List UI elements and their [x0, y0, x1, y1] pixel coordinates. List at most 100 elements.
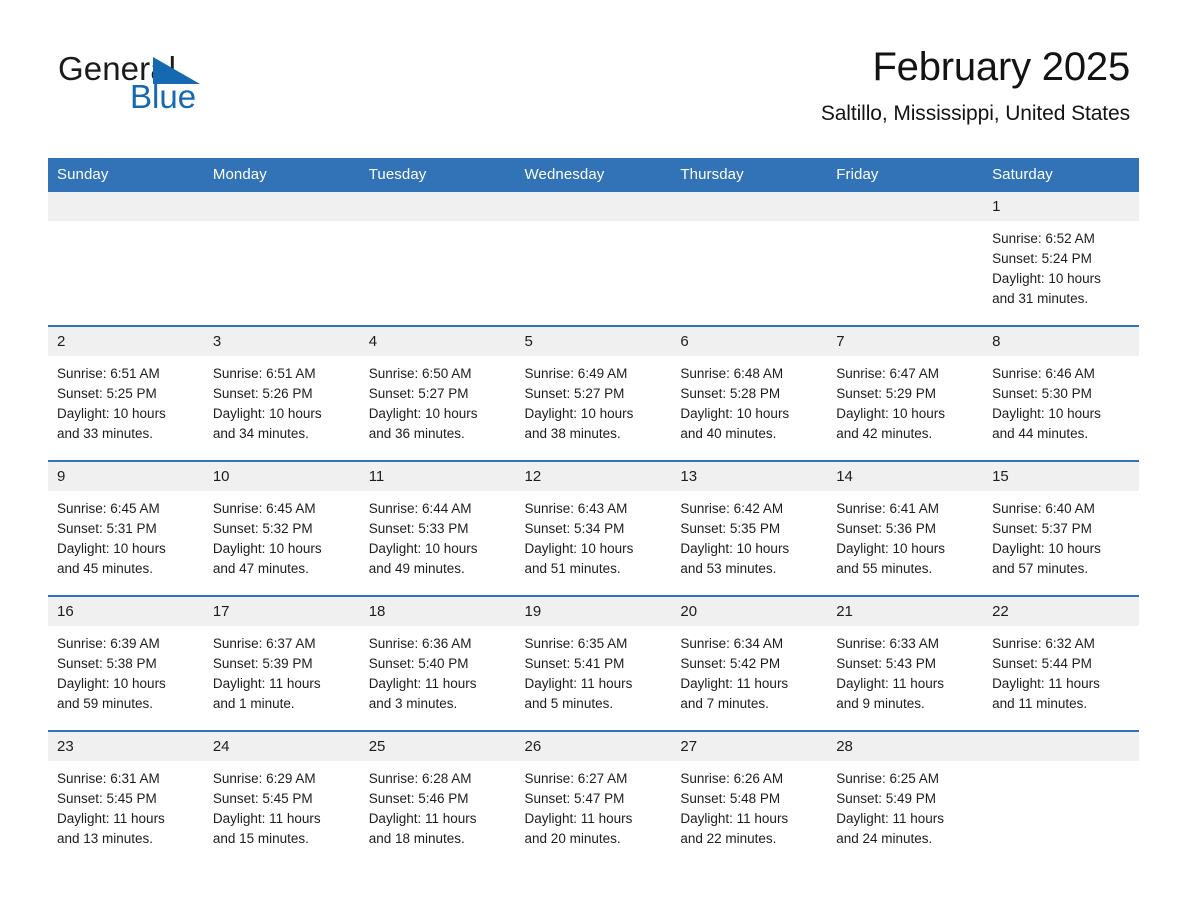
day-cell-body: Sunrise: 6:41 AM Sunset: 5:36 PM Daylight:…: [827, 491, 983, 595]
calendar-day-cell[interactable]: 20 Sunrise: 6:34 AM Sunset: 5:42 PM Dayligh…: [671, 595, 828, 731]
day-info-line: Sunset: 5:47 PM: [524, 791, 625, 806]
day-cell-body: Sunrise: 6:51 AM Sunset: 5:26 PM Daylight:…: [204, 356, 360, 460]
calendar-day-cell[interactable]: 6 Sunrise: 6:48 AM Sunset: 5:28 PM Daylight…: [671, 325, 828, 461]
day-info-line: and 15 minutes.: [212, 831, 309, 846]
calendar-day-cell[interactable]: 16 Sunrise: 6:39 AM Sunset: 5:38 PM Dayligh…: [48, 595, 204, 731]
calendar-day-cell[interactable]: 17 Sunrise: 6:37 AM Sunset: 5:39 PM Dayligh…: [203, 595, 360, 731]
calendar-day-cell[interactable]: 21 Sunrise: 6:33 AM Sunset: 5:43 PM Dayligh…: [827, 595, 984, 731]
calendar-day-cell[interactable]: 4 Sunrise: 6:50 AM Sunset: 5:27 PM Daylight…: [359, 325, 516, 461]
day-cell-body: [516, 221, 672, 325]
day-info-line: Daylight: 10 hours: [992, 271, 1101, 286]
calendar-week-row: 23 Sunrise: 6:31 AM Sunset: 5:45 PM Dayligh…: [48, 730, 1139, 865]
day-info-line: Daylight: 10 hours: [57, 676, 166, 691]
day-info-line: Daylight: 11 hours: [836, 811, 945, 826]
day-info-line: Sunset: 5:24 PM: [992, 251, 1092, 266]
day-info-line: Daylight: 10 hours: [992, 541, 1101, 556]
day-info-line: Sunset: 5:28 PM: [680, 386, 781, 401]
day-info-line: Sunset: 5:43 PM: [836, 656, 937, 671]
day-info-line: and 34 minutes.: [212, 426, 309, 441]
day-cell-body: Sunrise: 6:49 AM Sunset: 5:27 PM Daylight:…: [516, 356, 672, 460]
day-number: 14: [827, 462, 984, 491]
day-number: [203, 192, 360, 221]
day-info-line: Sunset: 5:40 PM: [368, 656, 469, 671]
day-number: 24: [203, 732, 360, 761]
day-info-line: and 47 minutes.: [212, 561, 309, 576]
calendar-day-cell[interactable]: 28 Sunrise: 6:25 AM Sunset: 5:49 PM Dayligh…: [827, 730, 984, 865]
day-number: 20: [671, 597, 828, 626]
calendar-day-cell[interactable]: 15 Sunrise: 6:40 AM Sunset: 5:37 PM Dayligh…: [983, 460, 1139, 596]
day-info-line: Sunrise: 6:51 AM: [57, 366, 160, 381]
day-number: 15: [983, 462, 1139, 491]
day-info-line: and 13 minutes.: [57, 831, 154, 846]
calendar-day-cell[interactable]: 24 Sunrise: 6:29 AM Sunset: 5:45 PM Dayligh…: [203, 730, 360, 865]
day-info-line: Sunset: 5:42 PM: [680, 656, 781, 671]
day-number: 4: [359, 327, 516, 356]
calendar-day-cell[interactable]: 9 Sunrise: 6:45 AM Sunset: 5:31 PM Daylight…: [48, 460, 204, 596]
day-cell-body: Sunrise: 6:43 AM Sunset: 5:34 PM Daylight:…: [516, 491, 672, 595]
calendar-container: Sunday Monday Tuesday Wednesday Thursday Frid…: [48, 158, 1139, 865]
day-sun-info: Sunrise: 6:48 AM Sunset: 5:28 PM Daylight:…: [671, 356, 827, 444]
calendar-day-cell[interactable]: 7 Sunrise: 6:47 AM Sunset: 5:29 PM Daylight…: [827, 325, 984, 461]
day-info-line: and 38 minutes.: [524, 426, 621, 441]
day-info-line: and 24 minutes.: [836, 831, 933, 846]
calendar-day-cell[interactable]: 12 Sunrise: 6:43 AM Sunset: 5:34 PM Dayligh…: [515, 460, 672, 596]
day-info-line: Sunrise: 6:35 AM: [524, 636, 628, 651]
day-cell-body: Sunrise: 6:29 AM Sunset: 5:45 PM Daylight:…: [204, 761, 360, 865]
calendar-day-cell[interactable]: 23 Sunrise: 6:31 AM Sunset: 5:45 PM Dayligh…: [48, 730, 204, 865]
calendar-day-cell[interactable]: 19 Sunrise: 6:35 AM Sunset: 5:41 PM Dayligh…: [515, 595, 672, 731]
day-info-line: and 7 minutes.: [680, 696, 769, 711]
day-info-line: Daylight: 11 hours: [368, 811, 477, 826]
calendar-day-cell[interactable]: 13 Sunrise: 6:42 AM Sunset: 5:35 PM Dayligh…: [671, 460, 828, 596]
calendar-day-cell[interactable]: 14 Sunrise: 6:41 AM Sunset: 5:36 PM Dayligh…: [827, 460, 984, 596]
day-cell-body: Sunrise: 6:48 AM Sunset: 5:28 PM Daylight:…: [671, 356, 827, 460]
day-info-line: Daylight: 10 hours: [836, 406, 946, 421]
calendar-day-cell[interactable]: 25 Sunrise: 6:28 AM Sunset: 5:46 PM Dayligh…: [359, 730, 516, 865]
day-info-line: Daylight: 10 hours: [212, 406, 322, 421]
calendar-day-cell[interactable]: 26 Sunrise: 6:27 AM Sunset: 5:47 PM Dayligh…: [515, 730, 672, 865]
day-cell-body: [48, 221, 204, 325]
calendar-day-cell[interactable]: 3 Sunrise: 6:51 AM Sunset: 5:26 PM Daylight…: [203, 325, 360, 461]
weekday-header-row: Sunday Monday Tuesday Wednesday Thursday Frid…: [48, 158, 1139, 192]
calendar-day-cell[interactable]: 8 Sunrise: 6:46 AM Sunset: 5:30 PM Daylight…: [983, 325, 1139, 461]
calendar-day-cell[interactable]: 22 Sunrise: 6:32 AM Sunset: 5:44 PM Dayligh…: [983, 595, 1139, 731]
day-cell-body: Sunrise: 6:40 AM Sunset: 5:37 PM Daylight:…: [983, 491, 1139, 595]
day-info-line: Sunrise: 6:45 AM: [57, 501, 160, 516]
day-info-line: Sunrise: 6:26 AM: [680, 771, 784, 786]
day-info-line: Sunset: 5:33 PM: [368, 521, 469, 536]
calendar-day-cell[interactable]: 2 Sunrise: 6:51 AM Sunset: 5:25 PM Daylight…: [48, 325, 204, 461]
day-number: [48, 192, 204, 221]
day-sun-info: Sunrise: 6:51 AM Sunset: 5:26 PM Daylight:…: [204, 356, 360, 444]
day-cell-body: Sunrise: 6:47 AM Sunset: 5:29 PM Daylight:…: [827, 356, 983, 460]
calendar-day-cell[interactable]: 11 Sunrise: 6:44 AM Sunset: 5:33 PM Dayligh…: [359, 460, 516, 596]
day-info-line: and 33 minutes.: [57, 426, 154, 441]
day-info-line: Daylight: 11 hours: [836, 676, 945, 691]
day-info-line: Sunset: 5:44 PM: [992, 656, 1092, 671]
calendar-day-cell[interactable]: 27 Sunrise: 6:26 AM Sunset: 5:48 PM Dayligh…: [671, 730, 828, 865]
day-info-line: Sunrise: 6:45 AM: [212, 501, 316, 516]
day-info-line: and 42 minutes.: [836, 426, 933, 441]
calendar-day-cell[interactable]: 10 Sunrise: 6:45 AM Sunset: 5:32 PM Dayligh…: [203, 460, 360, 596]
day-cell-body: Sunrise: 6:45 AM Sunset: 5:31 PM Daylight:…: [48, 491, 204, 595]
day-info-line: Sunset: 5:31 PM: [57, 521, 157, 536]
day-number: 17: [203, 597, 360, 626]
day-info-line: Sunrise: 6:28 AM: [368, 771, 472, 786]
day-info-line: Daylight: 10 hours: [57, 406, 166, 421]
day-info-line: Sunrise: 6:43 AM: [524, 501, 628, 516]
calendar-day-cell[interactable]: 18 Sunrise: 6:36 AM Sunset: 5:40 PM Dayligh…: [359, 595, 516, 731]
general-blue-logo[interactable]: General Blue: [58, 52, 278, 124]
calendar-day-cell[interactable]: 1 Sunrise: 6:52 AM Sunset: 5:24 PM Daylight…: [983, 192, 1139, 326]
day-sun-info: Sunrise: 6:25 AM Sunset: 5:49 PM Daylight:…: [827, 761, 983, 849]
day-info-line: Daylight: 10 hours: [524, 541, 634, 556]
calendar-day-cell[interactable]: 5 Sunrise: 6:49 AM Sunset: 5:27 PM Daylight…: [515, 325, 672, 461]
day-cell-body: Sunrise: 6:46 AM Sunset: 5:30 PM Daylight:…: [983, 356, 1139, 460]
day-cell-body: [983, 761, 1139, 865]
day-sun-info: Sunrise: 6:31 AM Sunset: 5:45 PM Daylight:…: [48, 761, 204, 849]
day-info-line: Sunrise: 6:44 AM: [368, 501, 472, 516]
day-sun-info: Sunrise: 6:44 AM Sunset: 5:33 PM Daylight:…: [360, 491, 516, 579]
weekday-header-monday: Monday: [203, 158, 360, 192]
day-cell-body: [360, 221, 516, 325]
day-cell-body: Sunrise: 6:36 AM Sunset: 5:40 PM Daylight:…: [360, 626, 516, 730]
day-number: [983, 732, 1139, 761]
day-number: 7: [827, 327, 984, 356]
day-cell-body: [827, 221, 983, 325]
